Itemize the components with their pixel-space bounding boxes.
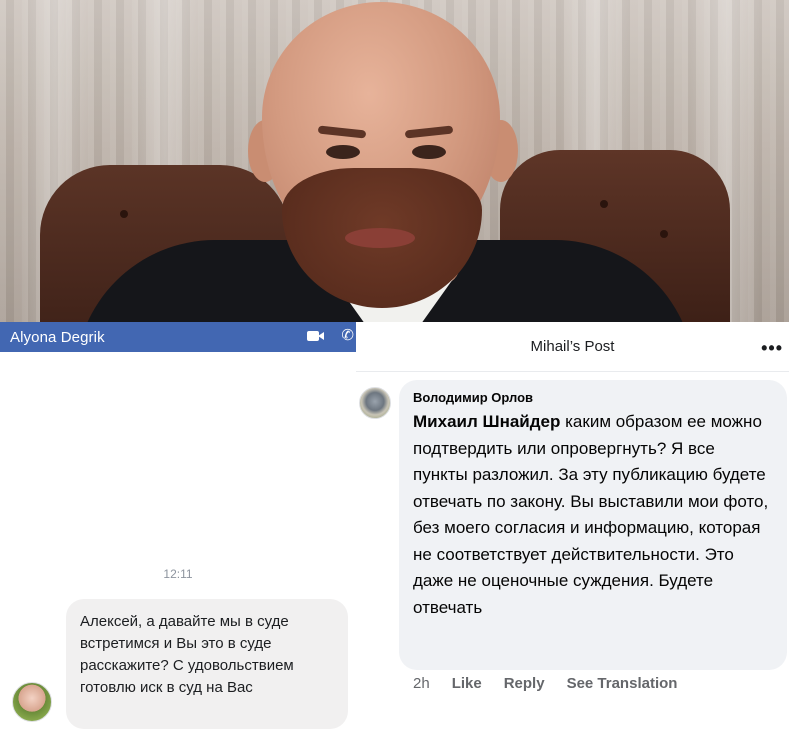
sender-avatar[interactable]	[12, 682, 52, 722]
more-options-icon[interactable]: •••	[761, 339, 783, 357]
commenter-avatar[interactable]	[359, 387, 391, 419]
eye	[412, 145, 446, 159]
messenger-chat-panel: Alyona Degrik ✆ 12:11 Алексей, а давайте…	[0, 322, 356, 731]
comment-time[interactable]: 2h	[413, 675, 430, 692]
comment-author[interactable]: Володимир Орлов	[413, 390, 773, 405]
message-bubble: Алексей, а давайте мы в суде встретимся …	[66, 599, 348, 729]
post-title: Mihail’s Post	[530, 338, 615, 355]
chair-button	[660, 230, 668, 238]
chair-button	[120, 210, 128, 218]
message-timestamp: 12:11	[163, 567, 193, 581]
post-header: Mihail’s Post •••	[356, 322, 789, 372]
reply-button[interactable]: Reply	[504, 675, 545, 692]
mouth	[345, 228, 415, 248]
comment-actions: 2h Like Reply See Translation	[413, 675, 677, 692]
video-call-icon[interactable]	[307, 330, 325, 342]
like-button[interactable]: Like	[452, 675, 482, 692]
chair-button	[600, 200, 608, 208]
comment-mention[interactable]: Михаил Шнайдер	[413, 412, 560, 431]
eye	[326, 145, 360, 159]
comment-body: каким образом ее можно подтвердить или о…	[413, 412, 769, 617]
profile-photo	[0, 0, 789, 322]
see-translation-button[interactable]: See Translation	[567, 675, 678, 692]
facebook-post-panel: Mihail’s Post ••• Володимир Орлов Михаил…	[356, 322, 789, 731]
chat-contact-name[interactable]: Alyona Degrik	[10, 329, 105, 346]
phone-call-icon[interactable]: ✆	[341, 328, 354, 343]
comment-text: Михаил Шнайдер каким образом ее можно по…	[413, 409, 773, 621]
comment-bubble: Володимир Орлов Михаил Шнайдер каким обр…	[399, 380, 787, 670]
chat-header-actions: ✆	[307, 328, 354, 343]
chat-header: Alyona Degrik ✆	[0, 322, 356, 352]
